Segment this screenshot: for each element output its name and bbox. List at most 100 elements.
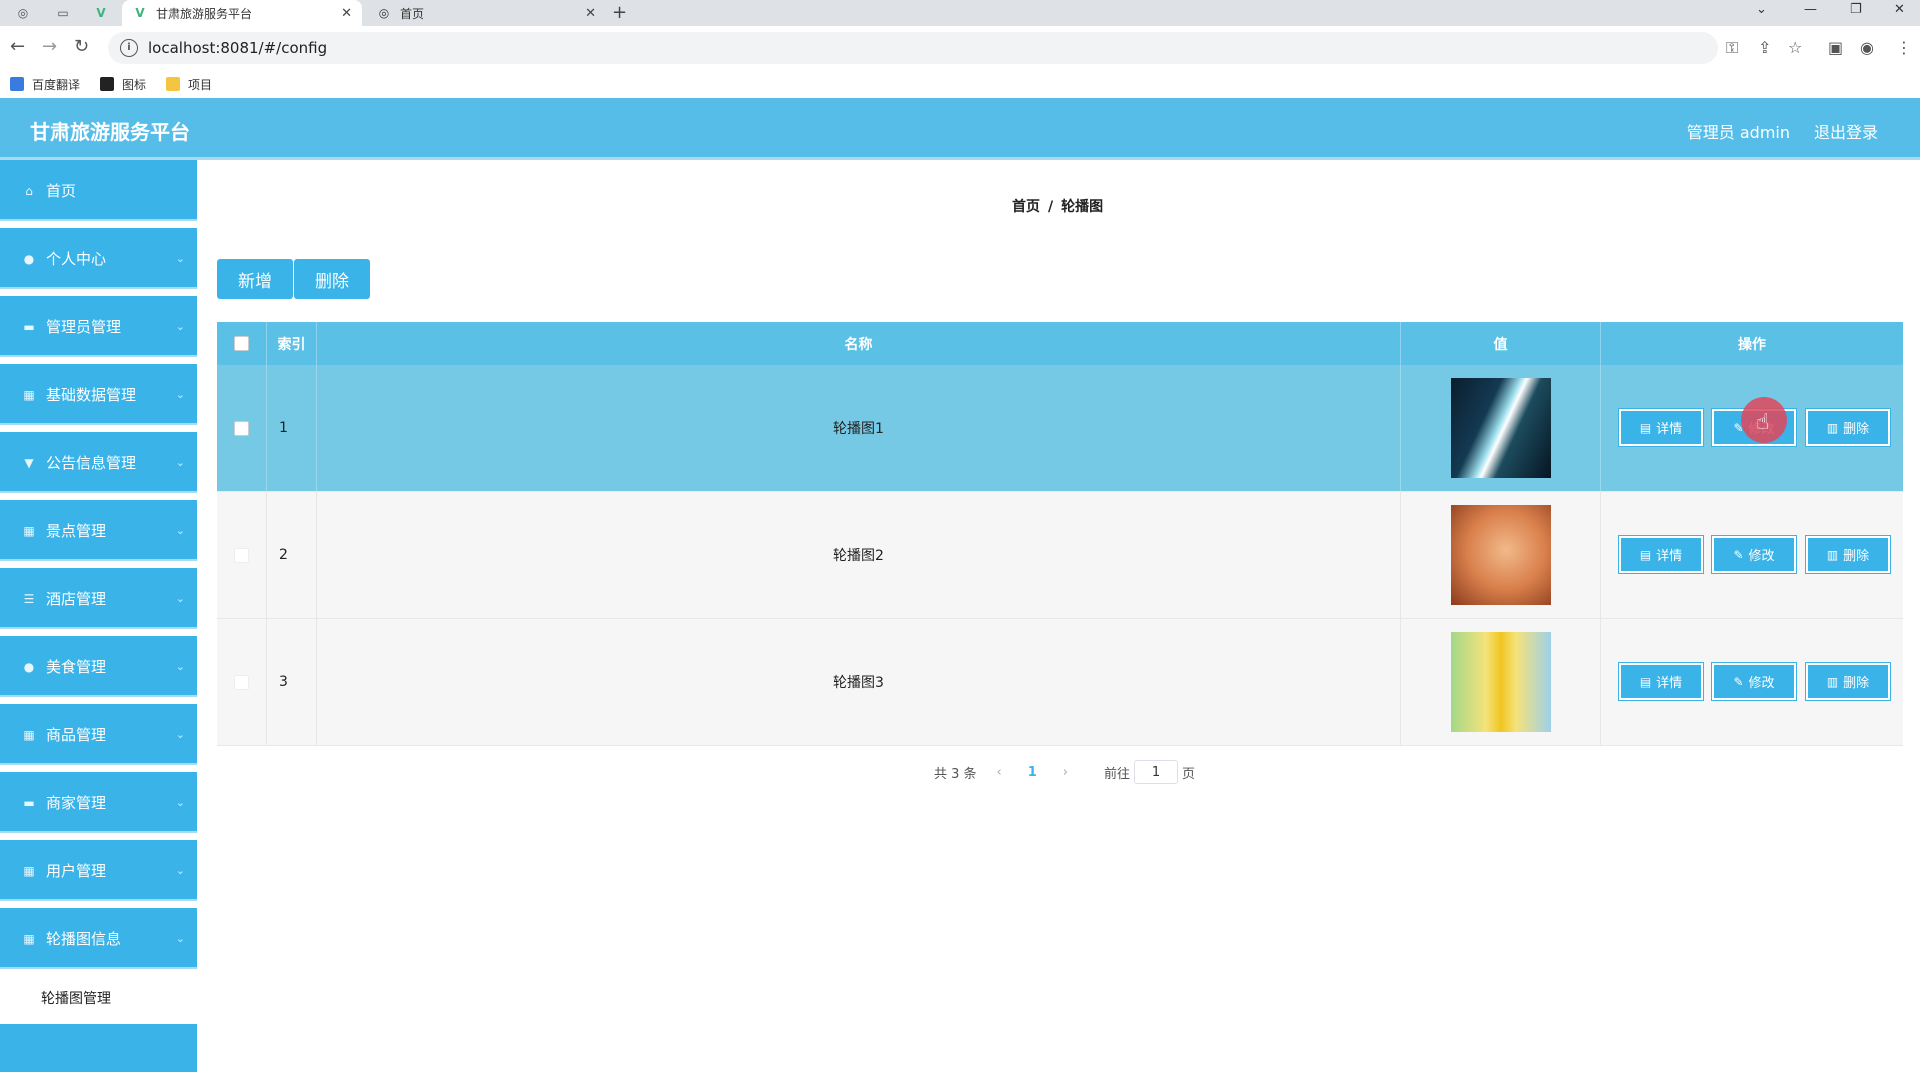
sidebar-item-8[interactable]: ▦ 商品管理 ⌄ bbox=[0, 704, 197, 768]
key-icon[interactable]: ⚿ bbox=[1726, 38, 1738, 58]
table-row[interactable]: 1轮播图1▤详情✎修改▥删除 bbox=[217, 365, 1903, 492]
trash-icon: ▥ bbox=[1826, 420, 1839, 435]
url-field[interactable]: i localhost:8081/#/config bbox=[108, 32, 1718, 64]
select-all-checkbox[interactable] bbox=[234, 336, 249, 351]
row-checkbox-cell bbox=[217, 492, 267, 618]
home-icon: ⌂ bbox=[25, 183, 33, 198]
blank-tab-icon[interactable]: ▭ bbox=[52, 3, 74, 23]
row-value bbox=[1401, 492, 1601, 618]
carousel-thumbnail[interactable] bbox=[1450, 505, 1551, 605]
carousel-thumbnail[interactable] bbox=[1450, 378, 1551, 478]
close-icon[interactable]: ✕ bbox=[585, 6, 596, 21]
row-value bbox=[1401, 619, 1601, 745]
edit-button[interactable]: ✎ 修改 bbox=[1711, 662, 1797, 701]
sidebar-item-4[interactable]: ▼ 公告信息管理 ⌄ bbox=[0, 432, 197, 496]
row-checkbox[interactable] bbox=[234, 547, 249, 563]
detail-label: 详情 bbox=[1656, 422, 1683, 437]
back-icon[interactable]: ← bbox=[10, 36, 25, 57]
detail-button[interactable]: ▤ 详情 bbox=[1618, 408, 1704, 447]
row-checkbox-cell bbox=[217, 365, 267, 491]
detail-label: 详情 bbox=[1656, 549, 1683, 564]
sidebar-item-10[interactable]: ▦ 用户管理 ⌄ bbox=[0, 840, 197, 904]
sidebar-item-11[interactable]: ▦ 轮播图信息 ⌄ bbox=[0, 908, 197, 972]
sidebar-item-label: 景点管理 bbox=[46, 522, 107, 540]
table-row[interactable]: 2 轮播图2 ▤ 详情 ✎ 修改 ▥ 删除 bbox=[217, 492, 1903, 619]
bookmark-project[interactable]: 项目 bbox=[166, 76, 212, 93]
bookmark-translate[interactable]: 百度翻译 bbox=[10, 76, 80, 93]
profile-icon[interactable]: ◉ bbox=[1860, 38, 1874, 57]
row-index: 2 bbox=[267, 492, 317, 618]
breadcrumb-home[interactable]: 首页 bbox=[1012, 199, 1040, 215]
sidebar-item-label: 商家管理 bbox=[46, 794, 107, 812]
delete-label: 删除 bbox=[1843, 422, 1870, 437]
row-ops: ▤ 详情 ✎ 修改 ▥ 删除 bbox=[1601, 492, 1903, 618]
sidebar-item-5[interactable]: ▦ 景点管理 ⌄ bbox=[0, 500, 197, 564]
chevron-down-icon: ⌄ bbox=[175, 660, 185, 673]
row-delete-button[interactable]: ▥ 删除 bbox=[1805, 535, 1891, 574]
header-index: 索引 bbox=[267, 322, 317, 365]
close-icon[interactable]: ✕ bbox=[341, 6, 352, 21]
forward-icon[interactable]: → bbox=[42, 36, 57, 57]
admin-icon: ▬ bbox=[23, 319, 35, 334]
sidebar-item-0[interactable]: ⌂ 首页 bbox=[0, 160, 197, 224]
sidebar-item-label: 基础数据管理 bbox=[46, 386, 137, 404]
reload-icon[interactable]: ↻ bbox=[74, 36, 89, 57]
logout-link[interactable]: 退出登录 bbox=[1814, 119, 1878, 143]
minimize-icon[interactable]: — bbox=[1804, 2, 1817, 17]
delete-button[interactable]: 删除 bbox=[294, 259, 370, 299]
sidebar-item-label: 美食管理 bbox=[46, 658, 107, 676]
chevron-down-icon: ⌄ bbox=[175, 728, 185, 741]
bookmarks-bar: 百度翻译 图标 项目 bbox=[0, 70, 1920, 99]
close-window-icon[interactable]: ✕ bbox=[1894, 2, 1905, 17]
table-row[interactable]: 3 轮播图3 ▤ 详情 ✎ 修改 ▥ 删除 bbox=[217, 619, 1903, 746]
chevron-down-icon[interactable]: ⌄ bbox=[1756, 2, 1767, 17]
chevron-down-icon: ⌄ bbox=[175, 524, 185, 537]
pagination-total: 共 3 条 bbox=[934, 766, 977, 782]
edit-button[interactable]: ✎ 修改 bbox=[1711, 535, 1797, 574]
prev-page-icon[interactable]: ‹ bbox=[997, 765, 1002, 780]
submenu-label: 轮播图管理 bbox=[41, 991, 111, 1007]
share-icon[interactable]: ⇪ bbox=[1758, 38, 1771, 57]
restore-icon[interactable]: ❐ bbox=[1850, 2, 1862, 17]
menu-dots-icon[interactable]: ⋮ bbox=[1896, 38, 1912, 57]
sidepanel-icon[interactable]: ▣ bbox=[1828, 38, 1843, 57]
next-page-icon[interactable]: › bbox=[1063, 765, 1068, 780]
bookmark-icons[interactable]: 图标 bbox=[100, 76, 146, 93]
detail-button[interactable]: ▤ 详情 bbox=[1618, 535, 1704, 574]
sidebar-item-label: 用户管理 bbox=[46, 862, 107, 880]
globe-icon: ◎ bbox=[378, 6, 390, 20]
vue-icon[interactable]: V bbox=[90, 3, 112, 23]
header-value: 值 bbox=[1401, 322, 1601, 365]
info-icon[interactable]: i bbox=[120, 39, 138, 57]
sidebar-item-9[interactable]: ▬ 商家管理 ⌄ bbox=[0, 772, 197, 836]
grid-icon: ▦ bbox=[23, 863, 35, 878]
document-icon: ▤ bbox=[1639, 547, 1652, 562]
delete-label: 删除 bbox=[1843, 549, 1870, 564]
row-delete-button[interactable]: ▥ 删除 bbox=[1805, 662, 1891, 701]
sidebar-item-7[interactable]: ● 美食管理 ⌄ bbox=[0, 636, 197, 700]
row-delete-button[interactable]: ▥ 删除 bbox=[1805, 408, 1891, 447]
row-checkbox[interactable] bbox=[234, 674, 249, 690]
sidebar-item-2[interactable]: ▬ 管理员管理 ⌄ bbox=[0, 296, 197, 360]
submenu-item-carousel[interactable]: 轮播图管理 bbox=[0, 972, 197, 1024]
add-button[interactable]: 新增 bbox=[217, 259, 293, 299]
shop-icon: ▬ bbox=[23, 795, 35, 810]
detail-button[interactable]: ▤ 详情 bbox=[1618, 662, 1704, 701]
tab-home[interactable]: ◎ 首页 ✕ bbox=[366, 0, 606, 26]
globe-icon[interactable]: ◎ bbox=[12, 3, 34, 23]
tab-active[interactable]: V 甘肃旅游服务平台 ✕ bbox=[122, 0, 362, 26]
sidebar-item-label: 管理员管理 bbox=[46, 318, 122, 336]
edit-icon: ✎ bbox=[1733, 547, 1744, 562]
header-ops: 操作 bbox=[1738, 336, 1766, 353]
sidebar-item-1[interactable]: ● 个人中心 ⌄ bbox=[0, 228, 197, 292]
hand-cursor-icon: ☝ bbox=[1756, 410, 1770, 435]
new-tab-icon[interactable]: + bbox=[612, 2, 627, 23]
row-checkbox[interactable] bbox=[234, 420, 249, 436]
goto-page-input[interactable] bbox=[1134, 760, 1179, 784]
sidebar-item-6[interactable]: ☰ 酒店管理 ⌄ bbox=[0, 568, 197, 632]
sidebar-item-3[interactable]: ▦ 基础数据管理 ⌄ bbox=[0, 364, 197, 428]
current-page[interactable]: 1 bbox=[1028, 765, 1037, 780]
folder-icon bbox=[166, 77, 181, 91]
carousel-thumbnail[interactable] bbox=[1450, 632, 1551, 732]
star-icon[interactable]: ☆ bbox=[1788, 38, 1802, 57]
